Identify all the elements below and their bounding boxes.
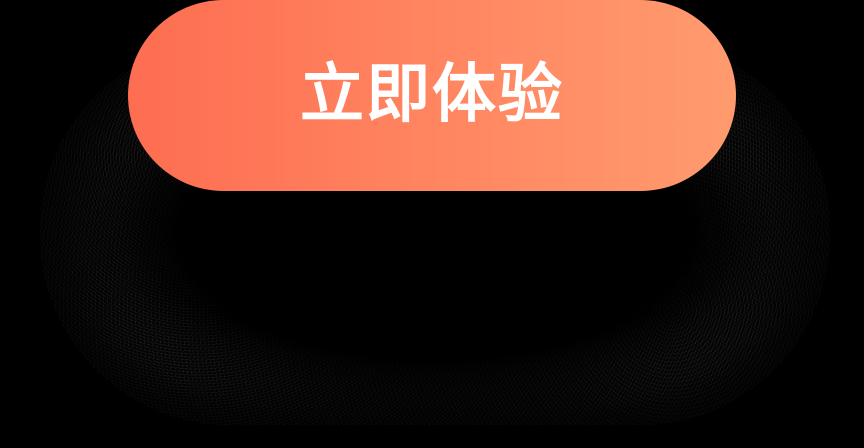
stage: 立即体验 (0, 0, 864, 448)
try-now-button-label: 立即体验 (300, 57, 564, 132)
try-now-button[interactable]: 立即体验 (128, 0, 736, 191)
